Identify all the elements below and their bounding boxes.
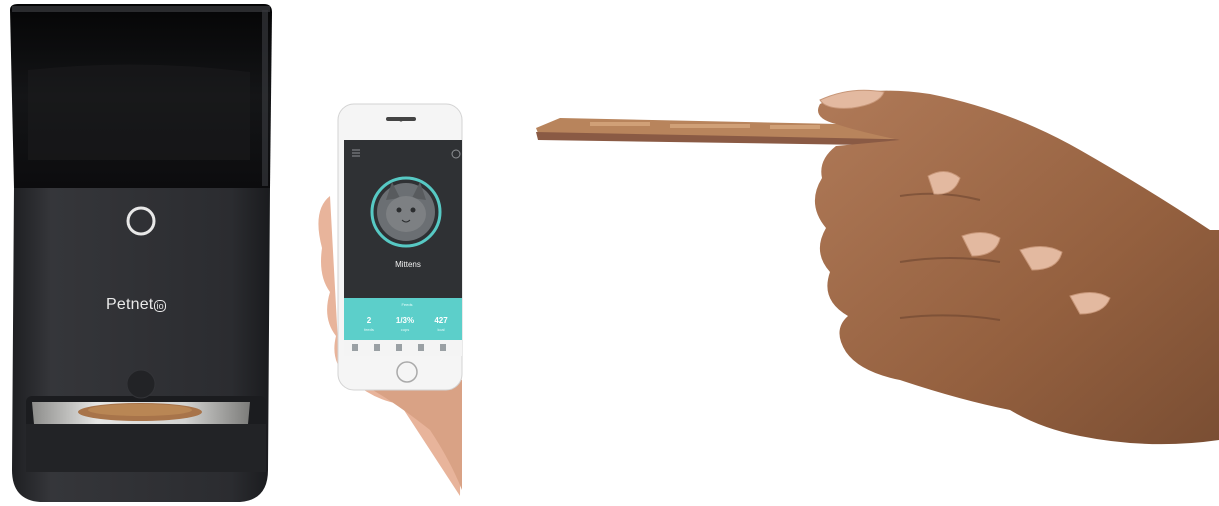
- hand-with-card: [536, 89, 1219, 445]
- photo-collage: Petnet io Mittens Feeds 2 1/3% 427 feeds…: [0, 0, 1219, 506]
